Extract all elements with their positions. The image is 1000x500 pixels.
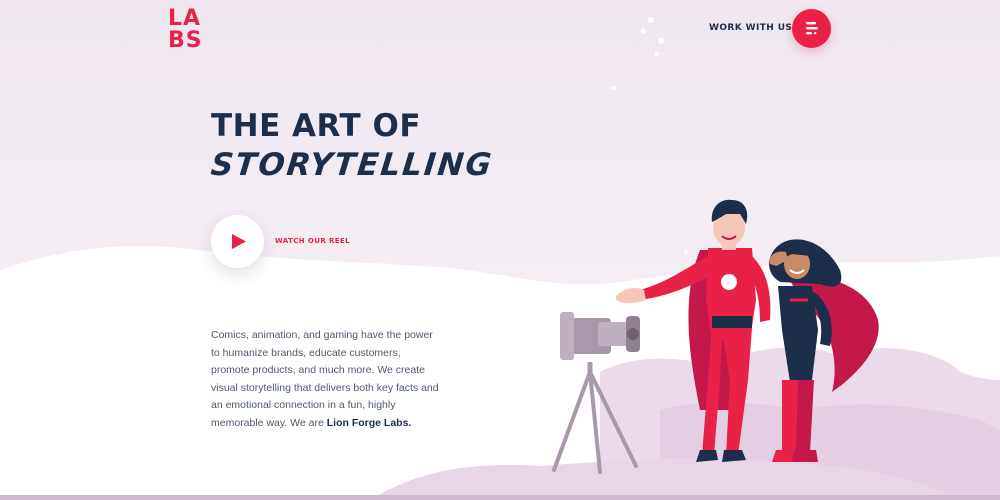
menu-icon bbox=[806, 22, 818, 35]
woman-character bbox=[769, 239, 879, 462]
hero-illustration bbox=[552, 199, 879, 474]
play-reel-button[interactable] bbox=[211, 215, 264, 268]
tripod bbox=[552, 362, 638, 474]
hero-title-line-2: STORYTELLING bbox=[209, 147, 495, 183]
logo-line-1: LA bbox=[168, 6, 202, 31]
play-icon bbox=[232, 234, 246, 249]
camera bbox=[560, 312, 640, 360]
labs-logo[interactable]: LA BS bbox=[168, 8, 216, 58]
hero-title-line-1: THE ART OF bbox=[211, 108, 421, 144]
brand-name: Lion Forge Labs. bbox=[326, 416, 412, 429]
work-with-us-link[interactable]: WORK WITH US bbox=[709, 23, 792, 33]
watch-reel-link[interactable]: WATCH OUR REEL bbox=[275, 237, 350, 245]
intro-paragraph: Comics, animation, and gaming have the p… bbox=[211, 327, 441, 433]
menu-button[interactable] bbox=[792, 9, 831, 48]
intro-text: Comics, animation, and gaming have the p… bbox=[211, 329, 439, 429]
logo-line-2: BS bbox=[168, 28, 203, 53]
